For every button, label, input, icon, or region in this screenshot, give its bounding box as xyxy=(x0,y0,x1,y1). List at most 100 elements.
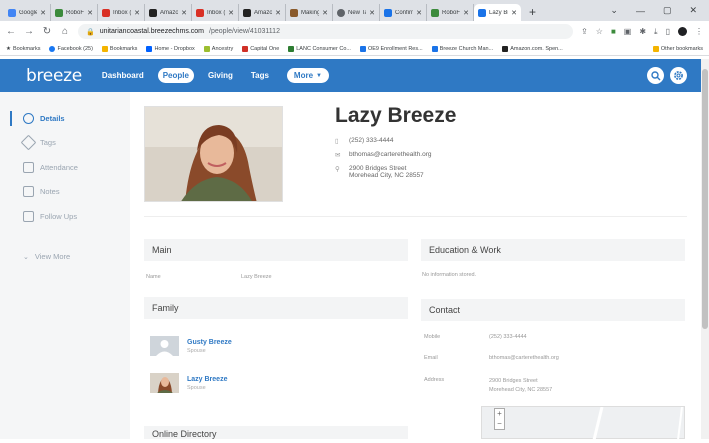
minimize-icon[interactable]: — xyxy=(636,6,645,16)
browser-tab[interactable]: Confirm✕ xyxy=(380,4,427,21)
contact-address-label: Address xyxy=(424,377,445,383)
extension-icon[interactable]: ■ xyxy=(611,27,616,36)
calendar-icon xyxy=(23,161,34,173)
map-zoom-control[interactable]: + − xyxy=(494,408,505,430)
browser-tab[interactable]: RoboForm✕ xyxy=(51,4,98,21)
star-icon: ★ xyxy=(6,45,11,52)
browser-tab[interactable]: Inbox (6)✕ xyxy=(98,4,145,21)
page-scrollbar[interactable] xyxy=(701,59,709,439)
browser-tab-active[interactable]: Lazy Bre✕ xyxy=(474,4,521,21)
sidebar-item-attendance[interactable]: Attendance xyxy=(0,155,130,180)
profile-email[interactable]: ✉ bthomas@carterethealth.org xyxy=(335,151,431,159)
scrollbar-thumb[interactable] xyxy=(702,69,708,329)
main-field-label: Name xyxy=(146,274,161,280)
other-bookmarks[interactable]: Other bookmarks xyxy=(652,45,703,52)
close-tab-icon[interactable]: ✕ xyxy=(463,9,469,17)
close-tab-icon[interactable]: ✕ xyxy=(369,9,375,17)
close-tab-icon[interactable]: ✕ xyxy=(40,9,46,17)
profile-photo[interactable] xyxy=(144,106,283,202)
sidebar-item-follow-ups[interactable]: Follow Ups xyxy=(0,204,130,229)
forward-icon[interactable]: → xyxy=(24,26,34,37)
bookmark-item[interactable]: ★ Bookmarks xyxy=(6,46,40,52)
menu-icon[interactable]: ⋮ xyxy=(695,27,703,36)
back-icon[interactable]: ← xyxy=(6,26,16,37)
phone-icon: ▯ xyxy=(335,138,339,145)
close-tab-icon[interactable]: ✕ xyxy=(416,9,422,17)
sidebar-item-details[interactable]: Details xyxy=(0,106,130,131)
chevron-down-icon[interactable]: ⌄ xyxy=(610,5,618,16)
sidebar-item-tags[interactable]: Tags xyxy=(0,131,130,156)
close-tab-icon[interactable]: ✕ xyxy=(275,9,281,17)
bookmark-item[interactable]: Bookmarks xyxy=(101,45,137,52)
new-tab-button[interactable]: + xyxy=(521,4,544,21)
url-input[interactable]: 🔒 unitariancoastal.breezechms.com/people… xyxy=(78,24,574,39)
bookmark-item[interactable]: LANC Consumer Co... xyxy=(288,45,351,52)
profile-phone[interactable]: ▯ (252) 333-4444 xyxy=(335,137,393,145)
profile-avatar[interactable] xyxy=(678,27,687,36)
avatar xyxy=(150,373,179,393)
reload-icon[interactable]: ↻ xyxy=(42,26,52,37)
close-tab-icon[interactable]: ✕ xyxy=(228,9,234,17)
bookmark-item[interactable]: Amazon.com. Spen... xyxy=(502,45,563,52)
browser-tab[interactable]: Amazon✕ xyxy=(239,4,286,21)
sidebar-item-notes[interactable]: Notes xyxy=(0,180,130,205)
bookmark-item[interactable]: Breeze Church Man... xyxy=(431,45,493,52)
close-tab-icon[interactable]: ✕ xyxy=(181,9,187,17)
family-member[interactable]: Lazy Breeze Spouse xyxy=(150,373,227,393)
nav-giving[interactable]: Giving xyxy=(208,71,233,80)
contact-mobile-label: Mobile xyxy=(424,334,441,340)
contact-mobile-value[interactable]: (252) 333-4444 xyxy=(489,334,527,340)
puzzle-icon[interactable]: ✱ xyxy=(639,27,646,36)
zoom-in-icon[interactable]: + xyxy=(497,409,502,418)
address-map[interactable] xyxy=(481,406,685,441)
close-tab-icon[interactable]: ✕ xyxy=(322,9,328,17)
zoom-out-icon[interactable]: − xyxy=(497,419,502,428)
nav-dashboard[interactable]: Dashboard xyxy=(102,71,144,80)
browser-tab-strip: Google✕ RoboForm✕ Inbox (6)✕ Amazon✕ Inb… xyxy=(0,0,709,21)
search-icon[interactable] xyxy=(647,67,664,84)
share-icon[interactable]: ⇪ xyxy=(581,27,588,36)
nav-tags[interactable]: Tags xyxy=(251,71,269,80)
star-icon[interactable]: ☆ xyxy=(596,27,603,36)
avatar xyxy=(150,336,179,356)
location-pin-icon: ⚲ xyxy=(335,166,340,173)
sidepanel-icon[interactable]: ▯ xyxy=(666,27,670,36)
contact-email-value[interactable]: bthomas@carterethealth.org xyxy=(489,355,559,361)
family-panel-header: Family xyxy=(144,297,408,319)
browser-tab[interactable]: Inbox (1)✕ xyxy=(192,4,239,21)
lock-icon: 🔒 xyxy=(86,28,95,36)
making-icon xyxy=(290,8,298,17)
ancestry-icon xyxy=(203,45,210,52)
family-member[interactable]: Gusty Breeze Spouse xyxy=(150,336,232,356)
browser-tab[interactable]: RoboForm✕ xyxy=(427,4,474,21)
browser-tab[interactable]: Making ✕ xyxy=(286,4,333,21)
home-icon[interactable]: ⌂ xyxy=(60,26,70,37)
breeze-logo[interactable]: breeze xyxy=(26,66,82,86)
download-icon[interactable]: ⤓ xyxy=(654,27,658,37)
close-tab-icon[interactable]: ✕ xyxy=(511,9,517,17)
close-tab-icon[interactable]: ✕ xyxy=(87,9,93,17)
maximize-icon[interactable]: ▢ xyxy=(663,5,672,16)
oe9-icon xyxy=(359,45,366,52)
close-icon[interactable]: ✕ xyxy=(689,5,697,16)
online-directory-panel-header: Online Directory xyxy=(144,426,408,439)
folder-icon xyxy=(652,45,659,52)
sidebar-view-more[interactable]: ⌄ View More xyxy=(0,245,130,270)
bookmark-item[interactable]: OE9 Enrollment Res... xyxy=(359,45,423,52)
browser-tab[interactable]: New Tab✕ xyxy=(333,4,380,21)
bookmark-item[interactable]: Ancestry xyxy=(203,45,233,52)
nav-more-dropdown[interactable]: More ▼ xyxy=(286,68,329,83)
bookmark-item[interactable]: Home - Dropbox xyxy=(146,45,195,52)
extension-icon[interactable]: ▣ xyxy=(624,27,632,36)
breeze-icon xyxy=(478,8,486,17)
bookmark-item[interactable]: Capital One xyxy=(242,45,279,52)
bookmark-item[interactable]: Facebook (25) xyxy=(49,45,93,52)
gear-icon[interactable] xyxy=(670,67,687,84)
section-divider xyxy=(144,216,687,217)
contact-address-value[interactable]: 2900 Bridges Street Morehead City, NC 285… xyxy=(489,377,552,395)
browser-tab[interactable]: Google ✕ xyxy=(4,4,51,21)
close-tab-icon[interactable]: ✕ xyxy=(134,9,140,17)
profile-address[interactable]: ⚲ 2900 Bridges Street Morehead City, NC 28… xyxy=(335,165,424,179)
browser-tab[interactable]: Amazon✕ xyxy=(145,4,192,21)
nav-people[interactable]: People xyxy=(157,68,194,83)
